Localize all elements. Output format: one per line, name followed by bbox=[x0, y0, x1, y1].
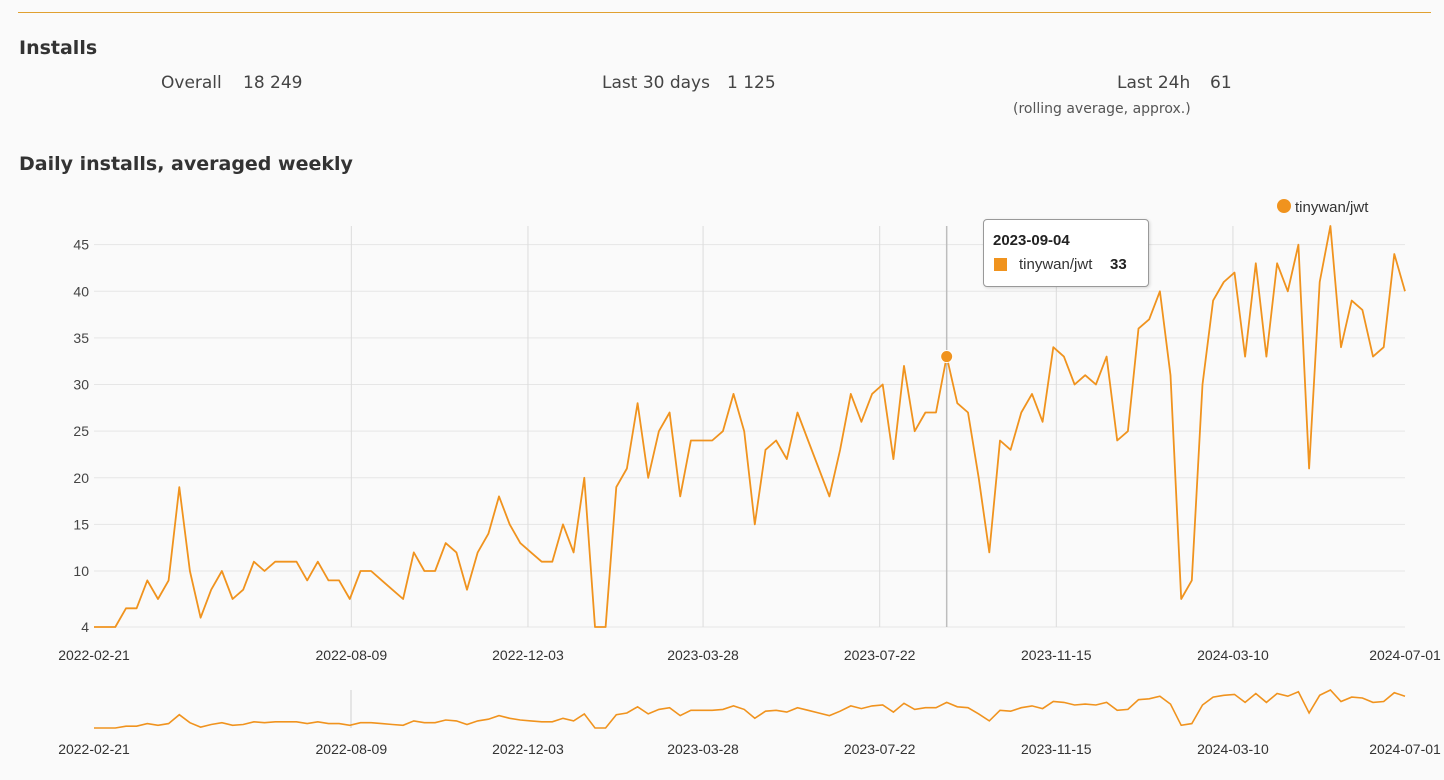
y-tick-label: 30 bbox=[73, 377, 89, 393]
chart-tooltip: 2023-09-04 tinywan/jwt 33 bbox=[983, 219, 1149, 287]
legend-marker bbox=[1277, 199, 1291, 213]
y-tick-label: 20 bbox=[73, 470, 89, 486]
navigator-tick-label: 2022-12-03 bbox=[492, 741, 564, 757]
daily-installs-chart[interactable]: 4 10 15 20 25 30 35 40 45 2022-02-21 2022-02-21 202… bbox=[0, 0, 1444, 780]
x-tick-label: 2022-02-21 bbox=[58, 647, 130, 663]
y-tick-label: 15 bbox=[73, 516, 89, 532]
hover-point bbox=[940, 350, 954, 364]
y-tick-label: 25 bbox=[73, 423, 89, 439]
navigator-tick-label: 2022-08-09 bbox=[316, 741, 388, 757]
navigator-series-line bbox=[94, 689, 1406, 729]
navigator-tick-label: 2022-02-21 bbox=[58, 741, 130, 757]
navigator-tick-label: 2023-03-28 bbox=[667, 741, 739, 757]
x-tick-label: 2022-12-03 bbox=[492, 647, 564, 663]
x-tick-label: 2024-07-01 bbox=[1369, 647, 1441, 663]
tooltip-date: 2023-09-04 bbox=[993, 232, 1070, 249]
y-tick-label: 4 bbox=[81, 619, 89, 635]
x-tick-label: 2023-07-22 bbox=[844, 647, 916, 663]
tooltip-series-name: tinywan/jwt bbox=[1019, 256, 1093, 273]
legend-label: tinywan/jwt bbox=[1295, 199, 1369, 216]
navigator-tick-label: 2023-07-22 bbox=[844, 741, 916, 757]
y-tick-label: 10 bbox=[73, 563, 89, 579]
y-tick-label: 45 bbox=[73, 237, 89, 253]
series-line-tinywan-jwt bbox=[94, 225, 1406, 628]
tooltip-series-swatch bbox=[994, 258, 1007, 271]
x-tick-label: 2023-03-28 bbox=[667, 647, 739, 663]
x-tick-label: 2022-08-09 bbox=[316, 647, 388, 663]
navigator-tick-label: 2023-11-15 bbox=[1021, 741, 1092, 757]
x-tick-label: 2023-11-15 bbox=[1021, 647, 1092, 663]
tooltip-value: 33 bbox=[1110, 256, 1127, 273]
y-tick-label: 40 bbox=[73, 283, 89, 299]
navigator-tick-label: 2024-07-01 bbox=[1369, 741, 1441, 757]
navigator-tick-label: 2024-03-10 bbox=[1197, 741, 1269, 757]
y-tick-label: 35 bbox=[73, 330, 89, 346]
x-tick-label: 2024-03-10 bbox=[1197, 647, 1269, 663]
